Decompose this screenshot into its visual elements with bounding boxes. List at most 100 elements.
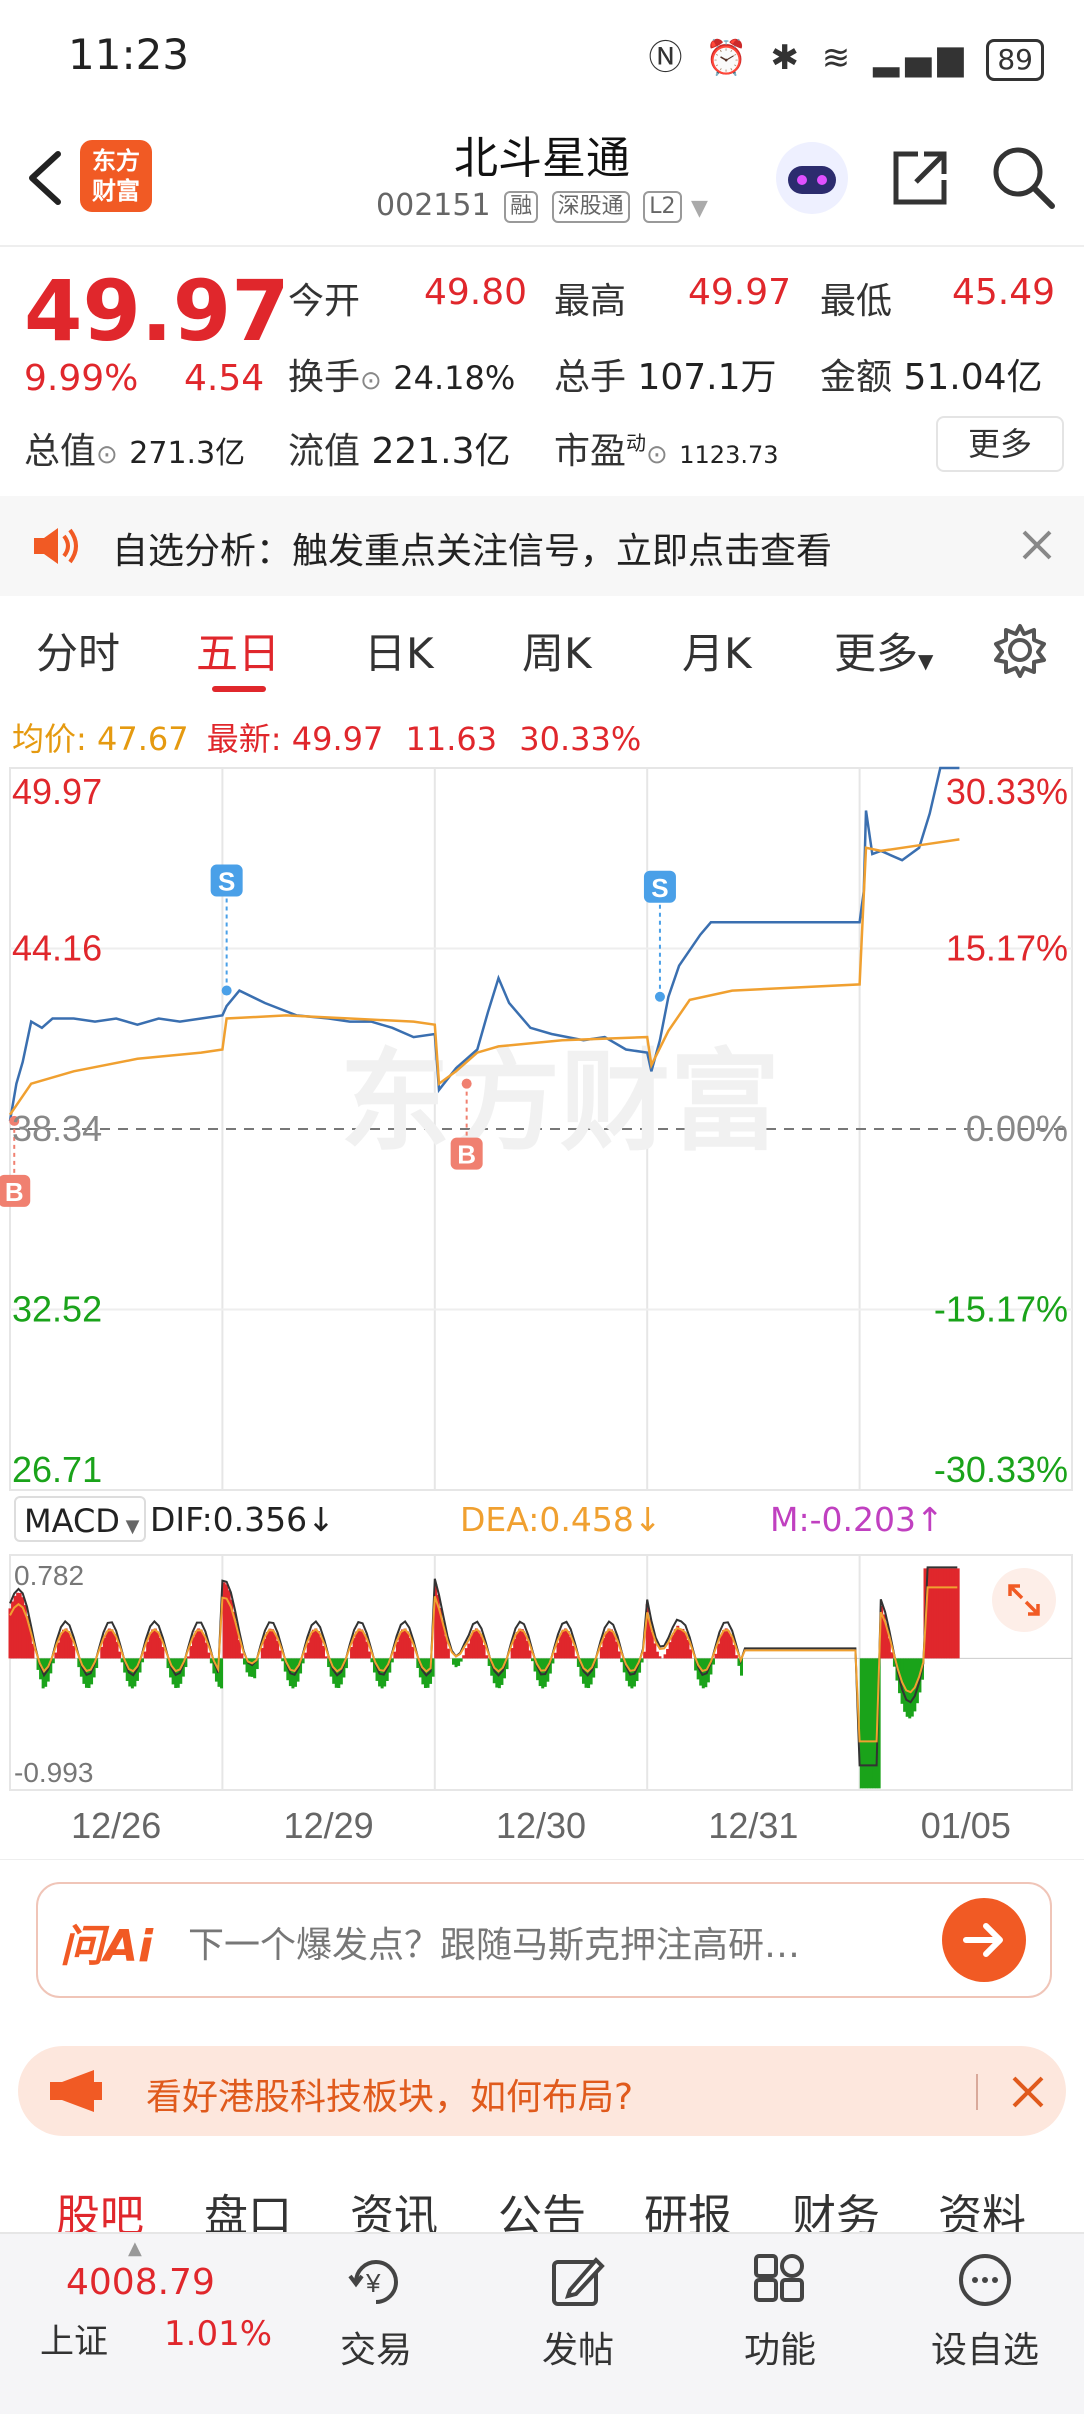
- promo-divider: [976, 2074, 978, 2110]
- tab-weekly-k[interactable]: 周K: [522, 620, 592, 681]
- ai-prompt-text: 下一个爆发点？跟随马斯克押注高研…: [188, 1925, 801, 1966]
- close-icon[interactable]: [1010, 2074, 1046, 2110]
- x-tick-label: 01/05: [921, 1805, 1011, 1846]
- tab-intraday[interactable]: 分时: [36, 620, 120, 681]
- y-tick-right: 15.17%: [946, 928, 1068, 969]
- battery-indicator: 89: [986, 39, 1044, 81]
- speaker-icon: [34, 528, 78, 564]
- compose-icon: [552, 2257, 605, 2306]
- high-label: 最高: [554, 281, 627, 322]
- y-tick-right: 0.00%: [966, 1108, 1068, 1149]
- ai-submit-button[interactable]: [942, 1898, 1026, 1982]
- macd-bottom-label: -0.993: [14, 1757, 93, 1788]
- float-label: 流值: [288, 431, 361, 472]
- trade-marker-label: S: [218, 867, 235, 897]
- macd-dif: DIF:0.356↓: [150, 1500, 335, 1539]
- turnover-label: 换手: [288, 357, 361, 398]
- robot-assistant-icon[interactable]: [772, 138, 852, 218]
- avg-label: 均价:: [12, 720, 87, 758]
- functions-button[interactable]: 功能: [720, 2252, 840, 2373]
- caret-up-icon: ▲: [128, 2238, 142, 2259]
- megaphone-icon: [50, 2070, 102, 2112]
- indicator-name: MACD: [24, 1502, 120, 1540]
- x-tick-label: 12/26: [71, 1805, 161, 1846]
- tab-monthly-k[interactable]: 月K: [682, 620, 752, 681]
- nfc-icon: Ⓝ: [648, 38, 689, 78]
- amount-value: 51.04亿: [903, 357, 1043, 398]
- five-day-chart[interactable]: 东方财富 B S B S 49.97 30.33% 44.16 15.17% 38.34 0.0…: [0, 760, 1084, 1860]
- turnover: 换手⊙ 24.18%: [288, 357, 516, 398]
- clock: 11:23: [68, 30, 190, 79]
- pe-label: 市盈: [554, 431, 627, 472]
- macd-m: M:-0.203↑: [770, 1500, 944, 1539]
- margin-tag: 融: [504, 190, 539, 223]
- volume-value: 107.1万: [637, 357, 777, 398]
- market-cap: 总值⊙ 271.3亿: [24, 431, 246, 472]
- grid-apps-icon: [754, 2254, 804, 2302]
- low-value: 45.49: [952, 272, 1056, 313]
- turnover-value: 24.18%: [393, 359, 516, 397]
- trade-button[interactable]: ¥ 交易: [316, 2252, 436, 2373]
- post-button[interactable]: 发帖: [518, 2252, 638, 2373]
- tab-five-day[interactable]: 五日: [196, 620, 280, 681]
- change-percent: 9.99%: [24, 358, 139, 399]
- x-tick-label: 12/30: [496, 1805, 586, 1846]
- expand-chart-button[interactable]: [992, 1568, 1056, 1632]
- add-watchlist-button[interactable]: 设自选: [920, 2252, 1050, 2373]
- y-tick-right: -30.33%: [934, 1449, 1068, 1490]
- svg-text:¥: ¥: [365, 2268, 381, 2298]
- signal-icon: ▂▄▆: [873, 38, 970, 78]
- pe-sup: 动: [626, 431, 647, 455]
- tab-more[interactable]: 更多▼: [834, 620, 933, 681]
- search-icon[interactable]: [990, 144, 1058, 212]
- share-icon[interactable]: [888, 146, 952, 210]
- ai-question-box[interactable]: 问Ai 下一个爆发点？跟随马斯克押注高研…: [36, 1882, 1052, 1998]
- macd-dea-line: [9, 1586, 958, 1743]
- stock-code: 002151: [376, 188, 491, 223]
- trade-marker-label: S: [651, 873, 668, 903]
- amount-label: 金额: [820, 357, 893, 398]
- trade-yen-icon: ¥: [348, 2260, 398, 2304]
- x-tick-label: 12/31: [708, 1805, 798, 1846]
- close-icon[interactable]: [1020, 528, 1054, 562]
- tab-more-label: 更多: [834, 629, 919, 678]
- y-tick-left: 32.52: [12, 1289, 102, 1330]
- low-label: 最低: [820, 281, 893, 322]
- functions-label: 功能: [743, 2330, 816, 2371]
- pe-value: 1123.73: [679, 441, 779, 469]
- settings-gear-icon[interactable]: [992, 622, 1048, 678]
- latest-change: 11.63: [405, 720, 498, 758]
- dropdown-triangle-icon: ▼: [918, 649, 934, 673]
- notice-text: 自选分析：触发重点关注信号，立即点击查看: [112, 531, 833, 572]
- more-quote-button[interactable]: 更多: [936, 416, 1064, 472]
- index-value: 4008.79: [66, 2262, 215, 2303]
- watermark: 东方财富: [340, 1041, 780, 1164]
- trade-label: 交易: [339, 2330, 412, 2371]
- latest-value: 49.97: [291, 720, 384, 758]
- status-icons: Ⓝ ⏰ ✱ ≋ ▂▄▆ 89: [648, 30, 1044, 81]
- analysis-notice[interactable]: 自选分析：触发重点关注信号，立即点击查看: [0, 496, 1084, 596]
- trade-marker-label: B: [457, 1140, 476, 1170]
- status-bar: 11:23 Ⓝ ⏰ ✱ ≋ ▂▄▆ 89: [0, 0, 1084, 110]
- macd-top-label: 0.782: [14, 1560, 84, 1591]
- y-tick-left: 26.71: [12, 1449, 102, 1490]
- bottom-toolbar: ▲ 4008.79 上证 1.01% ¥ 交易 发帖 功能 设自选: [0, 2232, 1084, 2414]
- arrow-right-icon: [963, 1923, 1003, 1957]
- pe-ratio: 市盈动⊙ 1123.73: [554, 431, 779, 472]
- indicator-selector[interactable]: MACD ▼: [14, 1496, 146, 1542]
- dropdown-triangle-icon: ▼: [691, 196, 708, 221]
- change-amount: 4.54: [184, 358, 265, 399]
- latest-label: 最新:: [206, 720, 282, 758]
- tab-daily-k[interactable]: 日K: [364, 620, 434, 681]
- marker-dot: [654, 991, 665, 1002]
- amount: 金额 51.04亿: [820, 348, 1043, 400]
- ai-logo: 问Ai: [60, 1921, 154, 1972]
- index-ticker[interactable]: ▲ 4008.79 上证 1.01%: [0, 2234, 272, 2414]
- open-value: 49.80: [424, 272, 528, 313]
- volume-label: 总手: [554, 357, 627, 398]
- post-label: 发帖: [541, 2330, 614, 2371]
- avg-value: 47.67: [96, 720, 189, 758]
- index-name: 上证: [40, 2322, 108, 2362]
- bluetooth-icon: ✱: [770, 38, 805, 78]
- promo-banner[interactable]: 看好港股科技板块，如何布局?: [18, 2046, 1066, 2136]
